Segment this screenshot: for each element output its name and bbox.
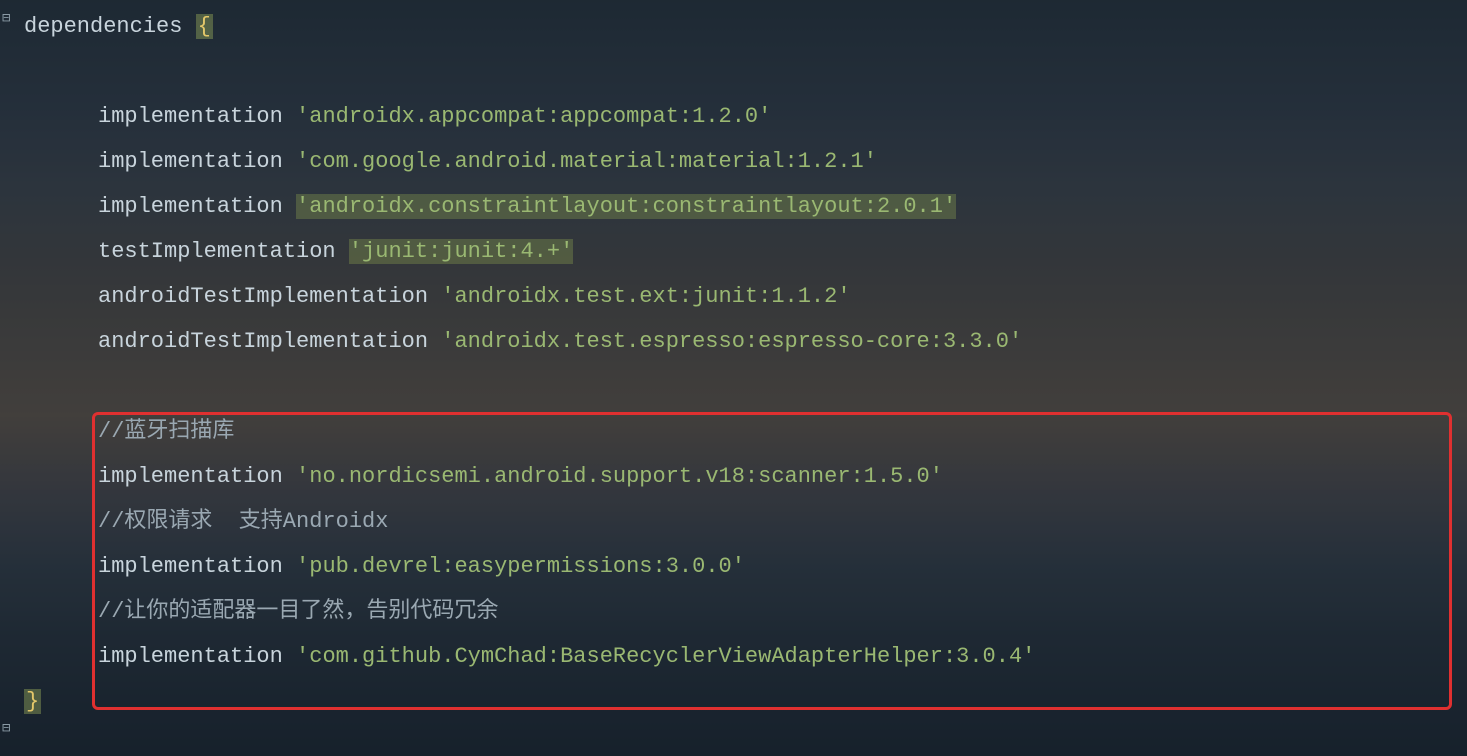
brace-open: { bbox=[196, 14, 213, 39]
code-line: androidTestImplementation 'androidx.test… bbox=[24, 319, 1467, 364]
code-line: implementation 'androidx.constraintlayou… bbox=[24, 184, 1467, 229]
string-literal: 'androidx.appcompat:appcompat:1.2.0' bbox=[296, 104, 771, 129]
comment: //让你的适配器一目了然，告别代码冗余 bbox=[98, 599, 498, 624]
string-literal-highlighted: 'junit:junit:4.+' bbox=[349, 239, 573, 264]
code-line-empty bbox=[24, 364, 1467, 409]
code-line: androidTestImplementation 'androidx.test… bbox=[24, 274, 1467, 319]
keyword: androidTestImplementation bbox=[98, 284, 428, 309]
code-line: implementation 'pub.devrel:easypermissio… bbox=[24, 544, 1467, 589]
editor-gutter: ⊟ ⊟ bbox=[0, 0, 18, 756]
brace-close: } bbox=[24, 689, 41, 714]
string-literal: 'no.nordicsemi.android.support.v18:scann… bbox=[296, 464, 943, 489]
code-line: implementation 'com.github.CymChad:BaseR… bbox=[24, 634, 1467, 679]
keyword: implementation bbox=[98, 464, 283, 489]
keyword: dependencies bbox=[24, 14, 182, 39]
string-literal: 'pub.devrel:easypermissions:3.0.0' bbox=[296, 554, 745, 579]
code-line: //权限请求 支持Androidx bbox=[24, 499, 1467, 544]
code-line: implementation 'no.nordicsemi.android.su… bbox=[24, 454, 1467, 499]
code-line: testImplementation 'junit:junit:4.+' bbox=[24, 229, 1467, 274]
keyword: implementation bbox=[98, 644, 283, 669]
comment: //权限请求 支持Androidx bbox=[98, 509, 388, 534]
string-literal: 'com.github.CymChad:BaseRecyclerViewAdap… bbox=[296, 644, 1035, 669]
keyword: implementation bbox=[98, 104, 283, 129]
string-literal: 'androidx.test.ext:junit:1.1.2' bbox=[441, 284, 850, 309]
string-literal-highlighted: 'androidx.constraintlayout:constraintlay… bbox=[296, 194, 956, 219]
fold-marker-top[interactable]: ⊟ bbox=[2, 10, 10, 27]
code-line: //让你的适配器一目了然，告别代码冗余 bbox=[24, 589, 1467, 634]
keyword: implementation bbox=[98, 554, 283, 579]
keyword: androidTestImplementation bbox=[98, 329, 428, 354]
keyword: testImplementation bbox=[98, 239, 336, 264]
code-line: implementation 'androidx.appcompat:appco… bbox=[24, 94, 1467, 139]
string-literal: 'com.google.android.material:material:1.… bbox=[296, 149, 877, 174]
code-line: implementation 'com.google.android.mater… bbox=[24, 139, 1467, 184]
code-line: dependencies { bbox=[24, 4, 1467, 49]
keyword: implementation bbox=[98, 194, 283, 219]
fold-marker-bottom[interactable]: ⊟ bbox=[2, 720, 10, 737]
string-literal: 'androidx.test.espresso:espresso-core:3.… bbox=[441, 329, 1022, 354]
code-line: //蓝牙扫描库 bbox=[24, 409, 1467, 454]
code-editor[interactable]: dependencies { implementation 'androidx.… bbox=[0, 0, 1467, 724]
keyword: implementation bbox=[98, 149, 283, 174]
comment: //蓝牙扫描库 bbox=[98, 419, 234, 444]
code-line: } bbox=[24, 679, 1467, 724]
code-line-empty bbox=[24, 49, 1467, 94]
